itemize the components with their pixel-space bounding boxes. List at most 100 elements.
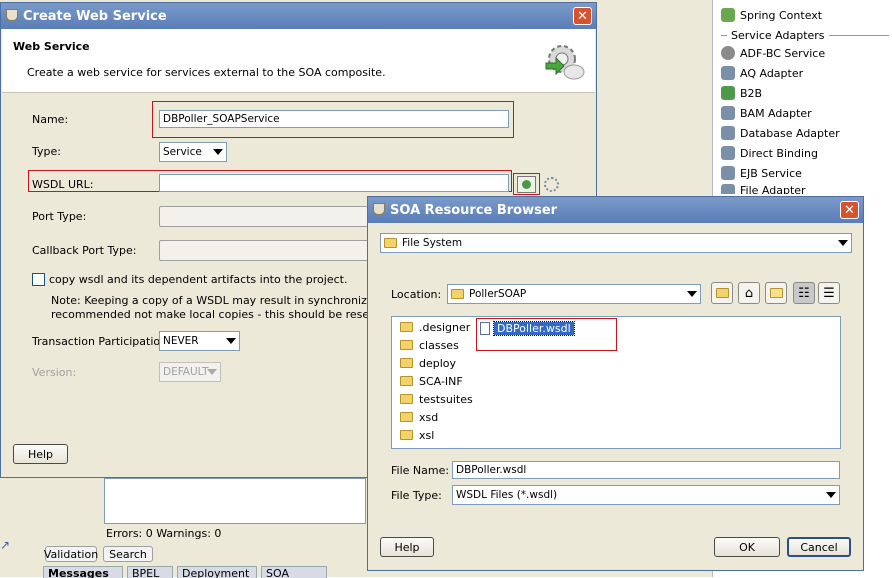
soa-tab[interactable]: SOA (261, 566, 327, 578)
folder-item[interactable]: testsuites (400, 390, 473, 408)
up-folder-button[interactable] (711, 282, 733, 304)
gear-icon[interactable] (544, 177, 559, 192)
aq-adapter-icon (721, 66, 735, 80)
folder-label: xsl (419, 428, 435, 442)
palette-item-label: AQ Adapter (740, 66, 804, 80)
new-folder-icon (769, 288, 783, 298)
file-type-value: WSDL Files (*.wsdl) (456, 489, 558, 501)
wsdl-file-item[interactable]: DBPoller.wsdl (480, 320, 575, 336)
palette-item-label: Direct Binding (740, 146, 818, 160)
help-button[interactable]: Help (13, 444, 68, 464)
name-label: Name: (32, 113, 69, 126)
palette-item-direct-binding[interactable]: Direct Binding (721, 144, 818, 162)
folder-label: deploy (419, 356, 457, 370)
transaction-value: NEVER (163, 335, 199, 347)
up-folder-icon (715, 288, 729, 298)
close-button[interactable]: ✕ (840, 201, 859, 219)
selected-file-label: DBPoller.wsdl (493, 320, 575, 336)
new-folder-button[interactable] (765, 282, 787, 304)
folder-item[interactable]: .designer (400, 318, 470, 336)
folder-item[interactable]: xsd (400, 408, 438, 426)
folder-icon (400, 430, 413, 440)
transaction-label: Transaction Participation: (32, 335, 171, 348)
icon-view-button[interactable]: ☷ (793, 282, 815, 304)
resource-source-select[interactable]: File System (380, 233, 852, 253)
location-label: Location: (391, 288, 442, 301)
file-name-field[interactable]: DBPoller.wsdl (452, 461, 840, 479)
folder-icon (400, 412, 413, 422)
palette-item-label: File Adapter (740, 184, 806, 194)
version-label: Version: (32, 366, 77, 379)
home-icon: ⌂ (744, 285, 754, 301)
chevron-down-icon (226, 338, 236, 344)
resource-source-value: File System (402, 237, 463, 249)
chevron-down-icon (687, 291, 697, 297)
folder-item[interactable]: xsl (400, 426, 434, 444)
ok-button[interactable]: OK (714, 537, 780, 557)
palette-item-label: B2B (740, 86, 763, 100)
wsdl-url-field[interactable] (159, 174, 509, 192)
palette-item-spring-context[interactable]: Spring Context (721, 6, 822, 24)
cancel-button[interactable]: Cancel (787, 537, 851, 557)
folder-icon (400, 394, 413, 404)
messages-tab[interactable]: Messages (43, 566, 123, 578)
adf-bc-icon (721, 46, 735, 60)
version-select: DEFAULT (159, 362, 221, 382)
b2b-icon (721, 86, 735, 100)
folder-icon (384, 238, 397, 248)
palette-item-label: BAM Adapter (740, 106, 812, 120)
type-label: Type: (32, 145, 61, 158)
deployment-tab[interactable]: Deployment (177, 566, 257, 578)
folder-icon (400, 358, 413, 368)
callback-port-type-select[interactable] (159, 240, 379, 261)
chevron-down-icon (826, 492, 836, 498)
search-tab[interactable]: Search (103, 546, 153, 562)
palette-section-service-adapters[interactable]: Service Adapters (721, 28, 889, 42)
validation-tab[interactable]: Validation (44, 546, 98, 562)
copy-wsdl-checkbox[interactable] (32, 273, 45, 286)
palette-item-ejb-service[interactable]: EJB Service (721, 164, 802, 182)
port-type-select[interactable] (159, 206, 379, 227)
palette-item-database-adapter[interactable]: Database Adapter (721, 124, 840, 142)
palette-item-label: ADF-BC Service (740, 46, 826, 60)
dialog-title: Create Web Service (23, 8, 167, 24)
chevron-down-icon (213, 149, 223, 155)
type-value: Service (163, 146, 202, 158)
folder-item[interactable]: SCA-INF (400, 372, 463, 390)
close-button[interactable]: ✕ (573, 7, 592, 25)
location-select[interactable]: PollerSOAP (447, 284, 701, 304)
transaction-select[interactable]: NEVER (159, 331, 240, 351)
folder-icon (400, 322, 413, 332)
ejb-service-icon (721, 166, 735, 180)
palette-item-b2b[interactable]: B2B (721, 84, 762, 102)
bam-adapter-icon (721, 106, 735, 120)
folder-label: testsuites (419, 392, 473, 406)
file-type-select[interactable]: WSDL Files (*.wsdl) (452, 485, 840, 505)
folder-item[interactable]: classes (400, 336, 459, 354)
folder-item[interactable]: deploy (400, 354, 456, 372)
type-select[interactable]: Service (159, 142, 227, 162)
folder-icon (451, 289, 464, 299)
browse-icon (522, 180, 531, 189)
jdev-cup-icon (373, 203, 385, 215)
help-button[interactable]: Help (380, 537, 434, 557)
file-icon (480, 321, 490, 335)
list-view-icon: ☰ (823, 285, 835, 301)
palette-item-aq-adapter[interactable]: AQ Adapter (721, 64, 803, 82)
jdev-cup-icon (6, 9, 18, 21)
home-button[interactable]: ⌂ (738, 282, 760, 304)
location-value: PollerSOAP (469, 288, 527, 300)
port-type-label: Port Type: (32, 210, 87, 223)
name-field[interactable]: DBPoller_SOAPService (159, 110, 509, 128)
file-name-label: File Name: (391, 464, 450, 477)
palette-item-file-adapter[interactable]: File Adapter (721, 184, 806, 194)
palette-item-bam-adapter[interactable]: BAM Adapter (721, 104, 812, 122)
palette-item-adf-bc[interactable]: ADF-BC Service (721, 44, 825, 62)
palette-section-label: Service Adapters (731, 28, 825, 42)
header-title: Web Service (13, 40, 90, 53)
bpel-tab[interactable]: BPEL (127, 566, 173, 578)
list-view-button[interactable]: ☰ (818, 282, 840, 304)
browse-wsdl-button[interactable] (517, 176, 536, 193)
direct-binding-icon (721, 146, 735, 160)
folder-icon (400, 340, 413, 350)
